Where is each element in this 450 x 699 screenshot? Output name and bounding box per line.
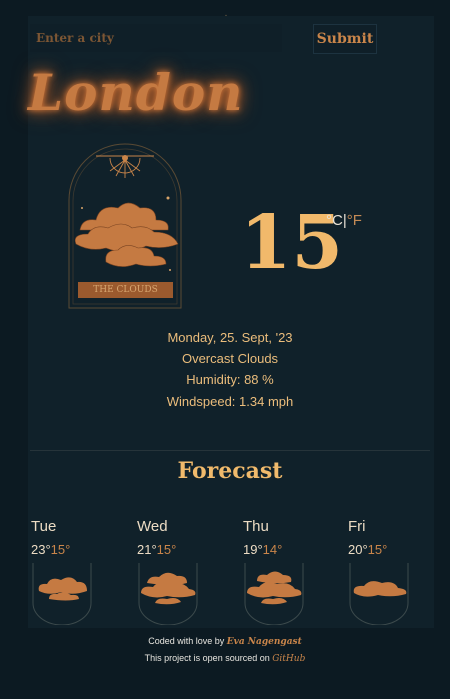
weather-description: Overcast Clouds: [181, 351, 279, 366]
fahrenheit-unit-link[interactable]: °F: [347, 212, 362, 229]
forecast-title: Forecast: [177, 458, 283, 484]
github-link[interactable]: GitHub: [272, 654, 305, 664]
current-temperature: 15: [240, 200, 343, 286]
footer-source: This project is open sourced on GitHub: [0, 653, 450, 664]
unit-toggle: °C|°F: [326, 212, 362, 229]
city-search-input[interactable]: [30, 24, 282, 52]
cloud-icon: [32, 563, 92, 625]
forecast-day-name: Thu: [243, 518, 269, 535]
forecast-day: Tue 23°15°: [31, 518, 111, 625]
humidity: Humidity: 88 %: [186, 372, 274, 387]
footer-source-text: This project is open sourced on: [144, 653, 273, 663]
forecast-low: 14°: [262, 542, 283, 557]
celsius-unit-link[interactable]: °C: [326, 212, 343, 229]
cloud-icon: [138, 563, 198, 625]
windspeed: Windspeed: 1.34 mph: [166, 394, 294, 409]
divider: [30, 450, 430, 451]
forecast-day-name: Tue: [31, 518, 57, 535]
forecast-low: 15°: [156, 542, 177, 557]
forecast-low: 15°: [50, 542, 71, 557]
current-date: Monday, 25. Sept, '23: [167, 330, 293, 345]
city-name: London: [28, 63, 244, 122]
forecast-day: Thu 19°14°: [243, 518, 323, 625]
search-form: Submit: [30, 24, 380, 54]
forecast-day: Fri 20°15°: [348, 518, 428, 625]
illustration-caption: THE CLOUDS: [78, 282, 173, 298]
forecast-day-name: Fri: [348, 518, 366, 535]
forecast-high: 23°: [31, 542, 51, 557]
submit-button[interactable]: Submit: [313, 24, 377, 54]
forecast-day-name: Wed: [137, 518, 168, 535]
forecast-low: 15°: [367, 542, 388, 557]
forecast-day: Wed 21°15°: [137, 518, 217, 625]
forecast-high: 19°: [243, 542, 263, 557]
cloud-icon: [244, 563, 304, 625]
footer-credit-text: Coded with love by: [148, 636, 227, 646]
footer-credit: Coded with love by Eva Nagengast: [0, 636, 450, 647]
cloud-icon: [349, 563, 409, 625]
forecast-high: 21°: [137, 542, 157, 557]
author-link[interactable]: Eva Nagengast: [227, 637, 302, 647]
forecast-high: 20°: [348, 542, 368, 557]
